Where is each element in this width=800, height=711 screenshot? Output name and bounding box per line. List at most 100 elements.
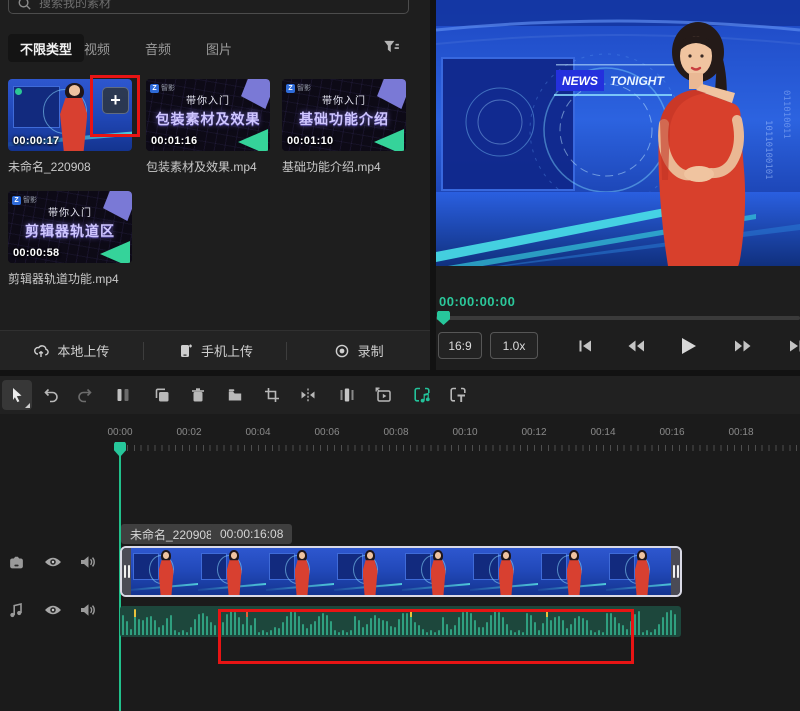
badge-news: NEWS	[562, 74, 598, 88]
waveform-bar	[614, 617, 616, 635]
tab-image[interactable]: 图片	[204, 34, 234, 62]
skip-to-start-button[interactable]	[570, 331, 600, 361]
search-input[interactable]	[39, 0, 400, 11]
tutorial-line2: 剪辑器轨道区	[8, 221, 132, 241]
waveform-bar	[534, 622, 536, 635]
video-preview[interactable]: 10110100101 011010011 NEWS TONIGHT	[436, 0, 800, 266]
media-thumbnail[interactable]: Z智影带你入门剪辑器轨道区00:00:58	[8, 191, 132, 263]
filter-icon[interactable]	[382, 38, 402, 58]
mute-track-icon[interactable]	[78, 553, 96, 571]
media-name-label: 基础功能介绍.mp4	[282, 158, 406, 175]
waveform-bar	[458, 617, 460, 635]
waveform-bar	[414, 622, 416, 635]
waveform-bar	[186, 632, 188, 635]
film-frame	[198, 548, 266, 595]
tutorial-line1: 带你入门	[282, 92, 406, 107]
waveform-bar	[378, 618, 380, 635]
waveform-bar	[634, 614, 636, 635]
waveform-bar	[322, 613, 324, 635]
duration-badge: 00:01:16	[151, 135, 197, 147]
phone-upload-label: 手机上传	[201, 341, 253, 360]
waveform-bar	[502, 617, 504, 635]
compound-clip-button[interactable]	[220, 380, 250, 410]
export-frame-button[interactable]	[368, 380, 398, 410]
upload-row: 本地上传 手机上传 录制	[0, 330, 430, 370]
tab-video[interactable]: 视频	[82, 34, 112, 62]
music-note-icon[interactable]	[7, 601, 25, 619]
waveform-bar	[362, 627, 364, 635]
waveform-bar	[430, 630, 432, 635]
trim-handle-left[interactable]	[122, 548, 131, 595]
media-name-label: 未命名_220908	[8, 158, 132, 175]
toggle-visibility-icon[interactable]	[44, 553, 62, 571]
waveform-bar	[254, 618, 256, 635]
waveform-bar	[418, 625, 420, 635]
waveform-bar	[626, 629, 628, 635]
rewind-button[interactable]	[621, 331, 651, 361]
waveform-bar	[554, 617, 556, 635]
freeze-frame-button[interactable]	[332, 380, 362, 410]
skip-to-end-button[interactable]	[780, 331, 800, 361]
media-card[interactable]: Z智影带你入门基础功能介绍00:01:10 基础功能介绍.mp4	[282, 79, 406, 175]
media-card[interactable]: Z智影带你入门剪辑器轨道区00:00:58剪辑器轨道功能.mp4	[8, 191, 132, 287]
duration-badge: 00:00:58	[13, 247, 59, 259]
phone-upload-button[interactable]: 手机上传	[144, 331, 287, 370]
crop-button[interactable]	[257, 380, 287, 410]
waveform-bar	[274, 627, 276, 635]
undo-button[interactable]	[36, 380, 66, 410]
extract-audio-button[interactable]	[407, 380, 437, 410]
waveform-bar	[594, 632, 596, 635]
select-tool-button[interactable]	[2, 380, 32, 410]
split-tool-button[interactable]	[108, 380, 138, 410]
preview-playhead[interactable]	[437, 311, 450, 325]
play-button[interactable]	[673, 331, 703, 361]
ruler-label: 00:00	[107, 427, 132, 438]
add-text-button[interactable]	[443, 380, 473, 410]
local-upload-button[interactable]: 本地上传	[0, 331, 143, 370]
playback-speed-button[interactable]: 1.0x	[490, 332, 538, 359]
preview-scrubber[interactable]	[436, 316, 800, 320]
trim-handle-right[interactable]	[671, 548, 680, 595]
mirror-button[interactable]	[293, 380, 323, 410]
camera-icon[interactable]	[7, 553, 25, 571]
record-button[interactable]: 录制	[287, 331, 430, 370]
waveform-bar	[530, 615, 532, 635]
studio-scene	[130, 548, 198, 595]
waveform-bar	[478, 627, 480, 635]
waveform-bar	[578, 616, 580, 635]
media-thumbnail[interactable]: +00:00:17	[8, 79, 132, 151]
media-card[interactable]: +00:00:17 未命名_220908	[8, 79, 132, 175]
video-track-clip[interactable]	[120, 546, 682, 597]
media-thumbnail[interactable]: Z智影带你入门基础功能介绍00:01:10	[282, 79, 406, 151]
search-box[interactable]	[8, 0, 409, 14]
waveform-bar	[154, 620, 156, 635]
toggle-visibility-icon[interactable]	[44, 601, 62, 619]
film-frame	[606, 548, 674, 595]
waveform-bar	[610, 613, 612, 635]
duration-badge: 00:00:17	[13, 135, 59, 147]
waveform-bar	[570, 624, 572, 635]
waveform-bar	[282, 622, 284, 635]
aspect-ratio-button[interactable]: 16:9	[438, 332, 482, 359]
tab-audio[interactable]: 音频	[143, 34, 173, 62]
redo-button[interactable]	[70, 380, 100, 410]
waveform-bar	[166, 618, 168, 635]
fast-forward-button[interactable]	[728, 331, 758, 361]
duplicate-button[interactable]	[147, 380, 177, 410]
audio-track-clip[interactable]	[120, 606, 681, 637]
waveform-bar	[518, 630, 520, 635]
studio-scene	[606, 548, 674, 595]
waveform-bar	[434, 632, 436, 635]
tab-all-types[interactable]: 不限类型	[8, 34, 84, 62]
media-thumbnail[interactable]: Z智影带你入门包装素材及效果00:01:16	[146, 79, 270, 151]
mute-track-icon[interactable]	[78, 601, 96, 619]
playhead-handle[interactable]	[114, 442, 126, 457]
waveform-bar	[366, 624, 368, 635]
media-card[interactable]: Z智影带你入门包装素材及效果00:01:16包装素材及效果.mp4	[146, 79, 270, 175]
waveform-bar	[330, 621, 332, 635]
waveform-bar	[486, 622, 488, 635]
waveform-bar	[226, 614, 228, 635]
add-to-timeline-button[interactable]: +	[102, 87, 129, 114]
local-upload-label: 本地上传	[57, 341, 109, 360]
delete-button[interactable]	[183, 380, 213, 410]
